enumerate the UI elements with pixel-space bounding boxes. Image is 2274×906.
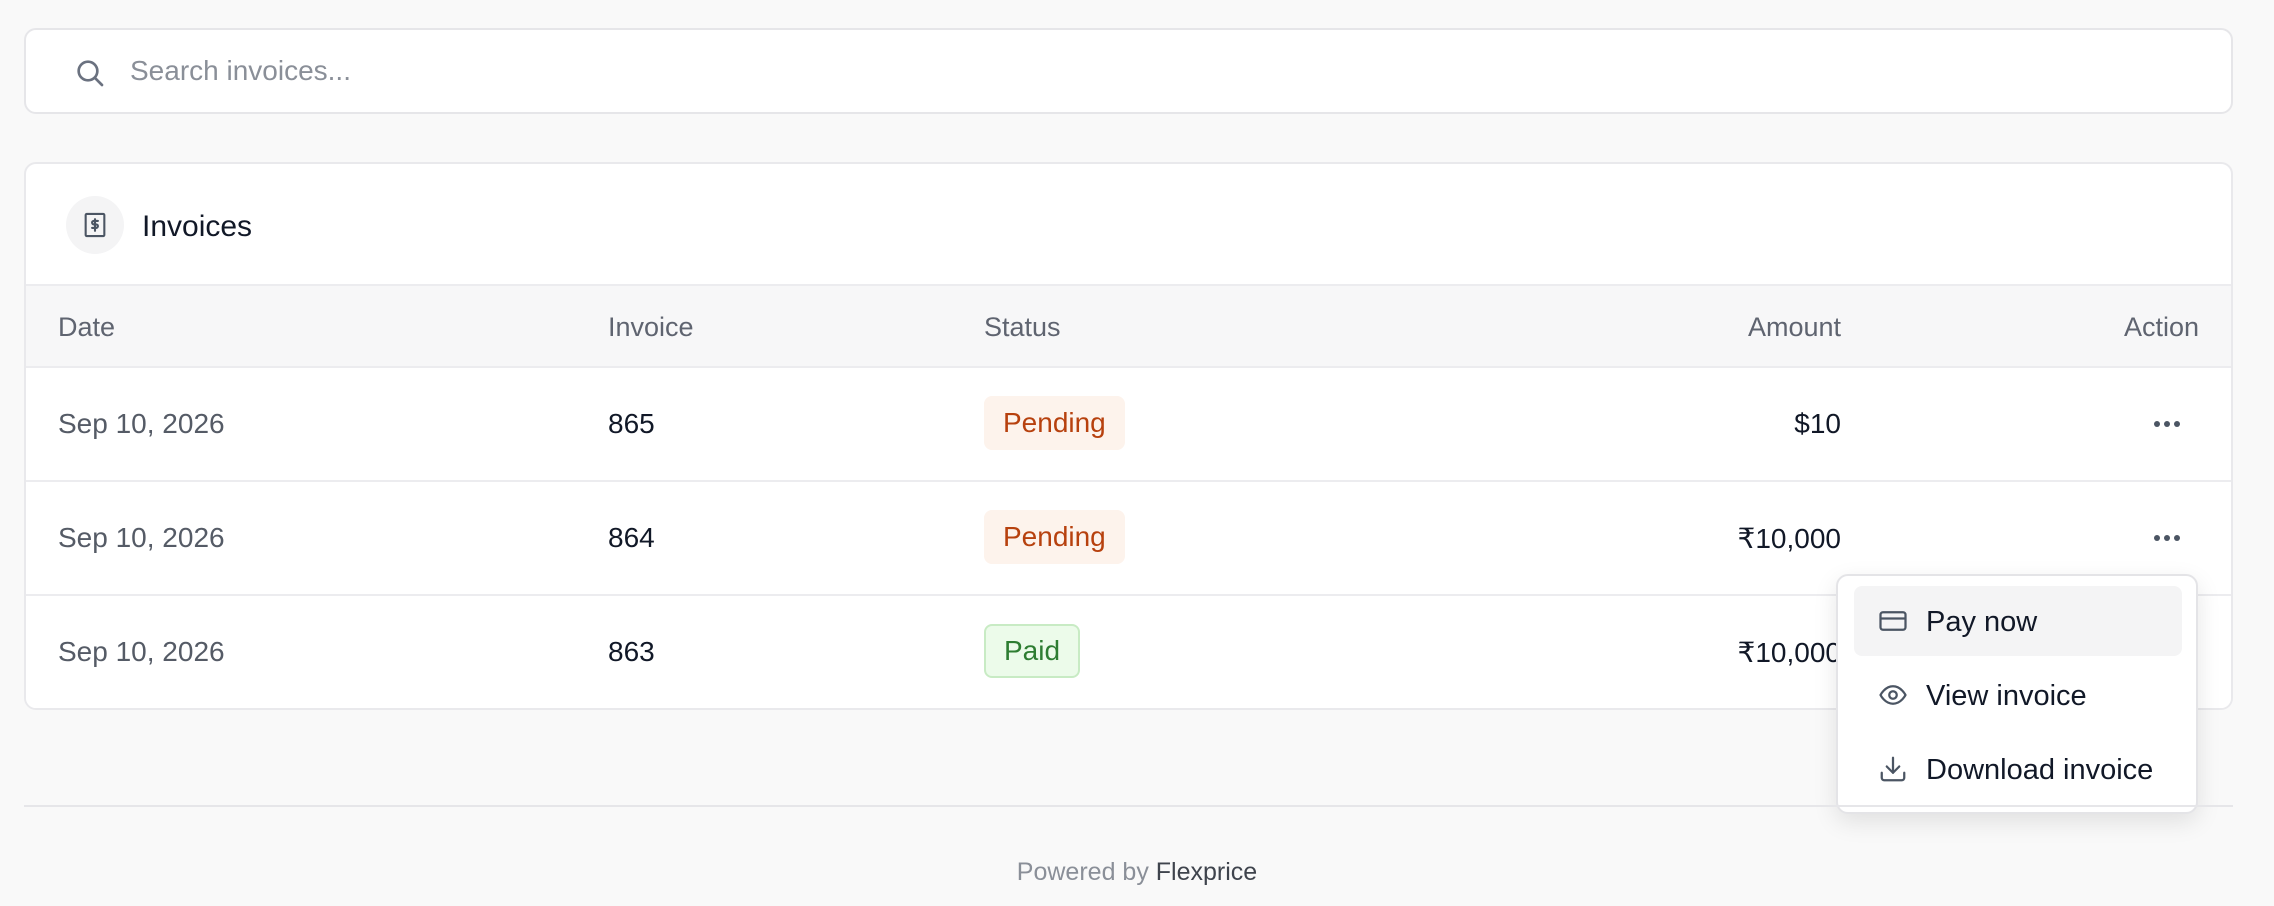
status-badge: Pending — [984, 396, 1125, 450]
invoice-number-cell: 863 — [608, 636, 655, 667]
menu-item-download-invoice[interactable]: Download invoice — [1854, 734, 2182, 804]
column-header-date: Date — [58, 312, 116, 342]
menu-item-pay-now[interactable]: Pay now — [1854, 586, 2182, 656]
more-horizontal-icon — [2154, 421, 2180, 427]
card-header: Invoices — [26, 164, 2231, 286]
amount-cell: ₹10,000 — [1737, 523, 1841, 554]
amount-cell: $10 — [1794, 408, 1841, 439]
eye-icon — [1879, 685, 1907, 705]
column-header-action: Action — [2123, 312, 2199, 342]
date-cell: Sep 10, 2026 — [58, 408, 225, 439]
more-actions-button[interactable] — [2147, 520, 2187, 556]
search-icon — [77, 60, 104, 87]
more-horizontal-icon — [2154, 535, 2180, 541]
card-title: Invoices — [142, 210, 253, 243]
amount-cell: ₹10,000 — [1737, 637, 1841, 668]
footer: Powered by Flexprice — [0, 858, 2274, 887]
download-icon — [1880, 756, 1906, 782]
status-badge: Pending — [984, 510, 1125, 564]
invoice-number-cell: 865 — [608, 408, 655, 439]
more-actions-button[interactable] — [2147, 406, 2187, 442]
column-header-status: Status — [984, 312, 1061, 342]
actions-dropdown-menu: Pay now View invoice Download invoice — [1836, 574, 2198, 814]
invoice-number-cell: 864 — [608, 522, 655, 553]
table-row[interactable]: Sep 10, 2026 865 Pending $10 — [26, 368, 2231, 482]
menu-item-view-invoice[interactable]: View invoice — [1854, 660, 2182, 730]
date-cell: Sep 10, 2026 — [58, 522, 225, 553]
invoice-page: Invoices Date Invoice Status Amount Acti… — [0, 0, 2274, 906]
column-header-amount: Amount — [1747, 312, 1841, 342]
menu-item-label: Pay now — [1926, 606, 2038, 638]
column-header-invoice: Invoice — [608, 312, 694, 342]
search-input[interactable] — [130, 30, 2210, 112]
footer-brand-link[interactable]: Flexprice — [1156, 858, 1257, 886]
menu-item-label: View invoice — [1926, 680, 2087, 712]
receipt-dollar-icon — [84, 212, 106, 238]
date-cell: Sep 10, 2026 — [58, 636, 225, 667]
footer-divider — [24, 805, 2233, 807]
table-header: Date Invoice Status Amount Action — [26, 286, 2231, 368]
footer-prefix: Powered by — [1016, 858, 1149, 886]
invoice-badge — [66, 196, 124, 254]
status-badge: Paid — [984, 624, 1081, 678]
credit-card-icon — [1879, 611, 1907, 631]
menu-item-label: Download invoice — [1926, 754, 2154, 786]
search-bar[interactable] — [24, 28, 2233, 114]
